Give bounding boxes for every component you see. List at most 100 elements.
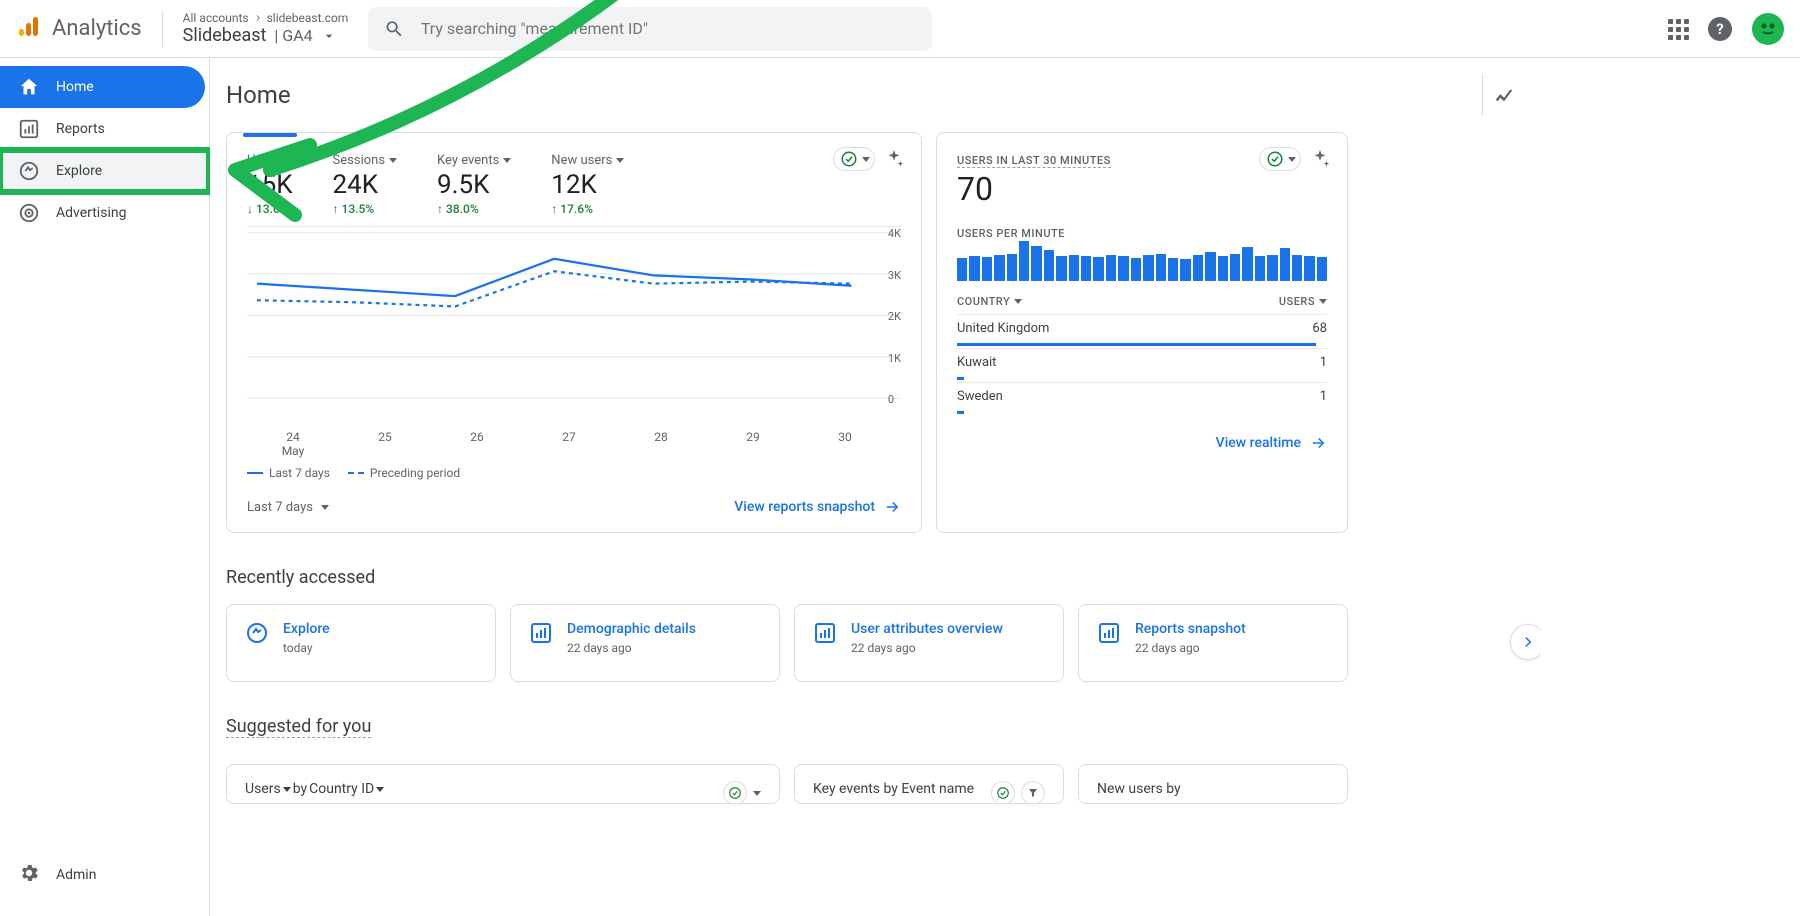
suggested-row: Users by Country ID Key events by Event …	[226, 764, 1540, 804]
breadcrumb: All accounts slidebeast.com	[183, 11, 349, 25]
search-icon	[384, 18, 404, 40]
realtime-row: Sweden1	[957, 382, 1327, 416]
suggested-card-2[interactable]: Key events by Event name	[794, 764, 1064, 804]
legend-previous: Preceding period	[370, 466, 460, 480]
product-logo-block[interactable]: Analytics	[16, 11, 163, 47]
scroll-right-button[interactable]	[1510, 624, 1540, 660]
search-box[interactable]	[368, 7, 932, 51]
breadcrumb-all: All accounts	[183, 11, 249, 25]
target-icon	[18, 202, 40, 224]
bar-chart-icon	[18, 118, 40, 140]
suggested-title: Suggested for you	[226, 716, 371, 738]
realtime-table-head: COUNTRY USERS	[957, 295, 1327, 308]
metric-change: ↑ 13.5%	[333, 202, 398, 216]
sidebar-item-label: Advertising	[56, 205, 126, 221]
sparkle-icon[interactable]	[1309, 148, 1331, 170]
main-content: Home Users 15K ↓ 13.0% Sessio	[210, 58, 1540, 916]
filter-icon[interactable]	[1021, 781, 1045, 804]
property-selector[interactable]: All accounts slidebeast.com Slidebeast |…	[163, 11, 349, 46]
recent-card[interactable]: Demographic details 22 days ago	[510, 604, 780, 682]
admin-label: Admin	[56, 867, 96, 883]
metric-sessions[interactable]: Sessions 24K ↑ 13.5%	[333, 153, 398, 216]
per-minute-label: USERS PER MINUTE	[957, 227, 1065, 240]
help-icon[interactable]: ?	[1708, 17, 1732, 41]
recently-accessed-row: Exploretoday Demographic details 22 days a…	[226, 604, 1540, 682]
recent-card[interactable]: Exploretoday	[226, 604, 496, 682]
check-icon[interactable]	[991, 781, 1015, 804]
property-suffix: | GA4	[274, 26, 312, 45]
suggested-card-title: Users by Country ID	[245, 781, 384, 797]
sidebar-item-advertising[interactable]: Advertising	[0, 192, 205, 234]
check-icon[interactable]	[723, 781, 747, 804]
search-input[interactable]	[421, 19, 917, 38]
sidebar-item-reports[interactable]: Reports	[0, 108, 205, 150]
recent-card-time: 22 days ago	[851, 641, 1003, 655]
recent-card[interactable]: Reports snapshot22 days ago	[1078, 604, 1348, 682]
breadcrumb-domain: slidebeast.com	[267, 11, 349, 25]
metric-change: ↓ 13.0%	[247, 202, 293, 216]
page-title: Home	[226, 81, 291, 109]
country-header[interactable]: COUNTRY	[957, 295, 1022, 308]
sidebar-item-explore[interactable]: Explore	[0, 150, 209, 192]
metric-value: 15K	[247, 170, 293, 200]
bar-chart-icon	[529, 621, 553, 645]
insights-button[interactable]	[1482, 74, 1524, 116]
realtime-header-label: USERS IN LAST 30 MINUTES	[957, 154, 1111, 168]
recently-accessed-title: Recently accessed	[226, 567, 1540, 588]
bar-chart-icon	[813, 621, 837, 645]
recent-card[interactable]: User attributes overview 22 days ago	[794, 604, 1064, 682]
sidebar-item-admin[interactable]: Admin	[0, 854, 209, 896]
metric-new-users[interactable]: New users 12K ↑ 17.6%	[551, 153, 624, 216]
view-realtime-link[interactable]: View realtime	[1216, 434, 1327, 452]
metric-label: Key events	[437, 153, 499, 168]
realtime-rows: United Kingdom68Kuwait1Sweden1	[957, 314, 1327, 416]
suggested-card-title: New users by	[1097, 781, 1181, 797]
metric-value: 9.5K	[437, 170, 511, 200]
analytics-logo-icon	[16, 15, 40, 43]
date-range-picker[interactable]: Last 7 days	[247, 500, 329, 515]
sidebar-item-label: Reports	[56, 121, 105, 137]
sidebar-item-home[interactable]: Home	[0, 66, 205, 108]
property-row: Slidebeast | GA4	[183, 25, 349, 46]
sidebar-item-label: Explore	[56, 163, 102, 179]
sparkle-icon[interactable]	[883, 148, 905, 170]
recent-card-time: 22 days ago	[567, 641, 696, 655]
view-reports-link[interactable]: View reports snapshot	[734, 498, 901, 516]
overview-chart: 4K3K2K1K0	[247, 226, 901, 426]
bar-chart-icon	[1097, 621, 1121, 645]
legend-current: Last 7 days	[269, 466, 330, 480]
realtime-card: USERS IN LAST 30 MINUTES 70 USERS PER MI…	[936, 132, 1348, 533]
chart-x-axis: 24May252627282930	[247, 426, 901, 458]
recent-card-title: Explore	[283, 621, 330, 637]
realtime-value: 70	[957, 170, 1327, 208]
card-status-chip[interactable]	[833, 147, 875, 171]
chart-legend: Last 7 days Preceding period	[247, 466, 901, 480]
users-header[interactable]: USERS	[1279, 295, 1327, 308]
nav-list: Home Reports Explore Advertising	[0, 58, 209, 234]
user-avatar[interactable]	[1752, 13, 1784, 45]
explore-icon	[18, 160, 40, 182]
metric-users[interactable]: Users 15K ↓ 13.0%	[247, 153, 293, 216]
recent-card-title: Demographic details	[567, 621, 696, 637]
metrics-row: Users 15K ↓ 13.0% Sessions 24K ↑ 13.5% K…	[247, 149, 901, 216]
metric-change: ↑ 17.6%	[551, 202, 624, 216]
apps-icon[interactable]	[1668, 19, 1688, 39]
product-name: Analytics	[52, 16, 142, 41]
metric-label: Users	[247, 153, 280, 168]
overview-card: Users 15K ↓ 13.0% Sessions 24K ↑ 13.5% K…	[226, 132, 922, 533]
metric-value: 24K	[333, 170, 398, 200]
suggested-card-1[interactable]: Users by Country ID	[226, 764, 780, 804]
recent-card-title: User attributes overview	[851, 621, 1003, 637]
card-status-chip[interactable]	[1259, 147, 1301, 171]
metric-label: New users	[551, 153, 612, 168]
recent-card-time: 22 days ago	[1135, 641, 1246, 655]
header-actions: ?	[1668, 13, 1784, 45]
metric-key-events[interactable]: Key events 9.5K ↑ 38.0%	[437, 153, 511, 216]
app-header: Analytics All accounts slidebeast.com Sl…	[0, 0, 1800, 58]
metric-change: ↑ 38.0%	[437, 202, 511, 216]
metric-label: Sessions	[333, 153, 386, 168]
metric-value: 12K	[551, 170, 624, 200]
realtime-row: Kuwait1	[957, 348, 1327, 382]
suggested-card-3[interactable]: New users by	[1078, 764, 1348, 804]
sidebar: Home Reports Explore Advertising Admin	[0, 58, 210, 916]
